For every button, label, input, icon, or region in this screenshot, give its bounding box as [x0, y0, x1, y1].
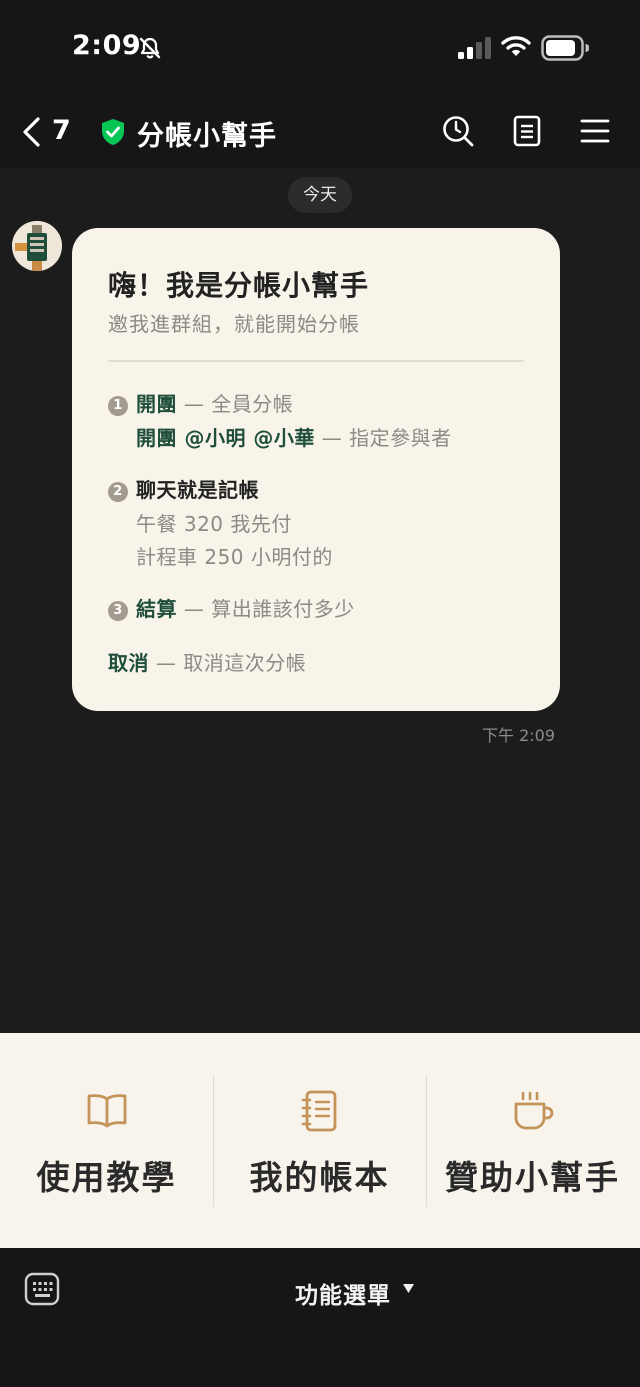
command-description: — 取消這次分帳 [149, 651, 307, 675]
date-divider: 今天 [288, 177, 352, 213]
status-time: 2:09 [72, 30, 142, 61]
verified-shield-icon [102, 119, 124, 145]
rich-menu-label: 我的帳本 [249, 1158, 390, 1197]
rich-menu-label: 使用教學 [36, 1158, 177, 1197]
signal-icon [458, 37, 491, 59]
message-timestamp: 下午 2:09 [482, 726, 556, 745]
message-bubble: 嗨！我是分帳小幫手 邀我進群組，就能開始分帳 1 開團 — 全員分帳 開團 @小明… [72, 228, 560, 711]
rich-menu-label: 贊助小幫手 [445, 1158, 620, 1197]
command-keyword[interactable]: 結算 [136, 597, 177, 621]
battery-icon [541, 35, 589, 61]
book-icon [87, 1094, 127, 1128]
cancel-line: 取消 — 取消這次分帳 [108, 647, 306, 676]
bottom-bar: 功能選單 [0, 1248, 640, 1387]
command-description: — 指定參與者 [314, 426, 452, 450]
step-1: 1 開團 — 全員分帳 [108, 388, 293, 417]
rich-menu-toggle[interactable]: 功能選單 [295, 1276, 391, 1310]
chat-screen: 2:09 7 分帳小幫手 今天 嗨！我是分帳小幫手 邀我進群組，就能開始分帳 1… [0, 0, 640, 1387]
back-chevron-icon[interactable] [20, 116, 44, 148]
bot-avatar[interactable] [12, 221, 62, 271]
message-title: 嗨！我是分帳小幫手 [108, 269, 370, 302]
divider [108, 360, 524, 362]
notebook-avatar-icon [12, 221, 62, 271]
message-subtitle: 邀我進群組，就能開始分帳 [108, 312, 360, 336]
command-keyword[interactable]: 取消 [108, 651, 149, 675]
notes-icon[interactable] [510, 114, 544, 148]
status-bar: 2:09 [0, 0, 640, 96]
caret-down-icon[interactable] [403, 1284, 414, 1293]
step-1-alt: 開團 @小明 @小華 — 指定參與者 [136, 422, 452, 451]
coffee-cup-icon [514, 1091, 554, 1130]
rich-menu-ledger[interactable]: 我的帳本 [213, 1033, 426, 1248]
example-text: 計程車 250 小明付的 [136, 545, 333, 569]
chat-header: 7 分帳小幫手 [0, 96, 640, 168]
menu-icon[interactable] [578, 114, 612, 148]
step-title: 聊天就是記帳 [136, 478, 259, 502]
step-number-badge: 3 [108, 601, 128, 621]
command-description: — 算出誰該付多少 [177, 597, 355, 621]
unread-count[interactable]: 7 [52, 115, 71, 146]
command-description: — 全員分帳 [177, 392, 294, 416]
wifi-icon [501, 36, 531, 56]
command-keyword[interactable]: 開團 [136, 392, 177, 416]
chat-title: 分帳小幫手 [137, 121, 277, 152]
rich-menu-sponsor[interactable]: 贊助小幫手 [426, 1033, 639, 1248]
step-number-badge: 2 [108, 482, 128, 502]
example-text: 午餐 320 我先付 [136, 512, 292, 536]
notebook-icon [301, 1090, 337, 1132]
rich-menu-tutorial[interactable]: 使用教學 [0, 1033, 213, 1248]
step-2: 2 聊天就是記帳 [108, 474, 259, 503]
step-number-badge: 1 [108, 396, 128, 416]
bell-muted-icon [139, 37, 161, 59]
search-icon[interactable] [441, 114, 475, 148]
step-3: 3 結算 — 算出誰該付多少 [108, 593, 355, 622]
command-keyword[interactable]: 開團 @小明 @小華 [136, 426, 315, 450]
keyboard-icon[interactable] [24, 1272, 60, 1306]
rich-menu: 使用教學 我的帳本 贊助小幫手 [0, 1033, 640, 1248]
